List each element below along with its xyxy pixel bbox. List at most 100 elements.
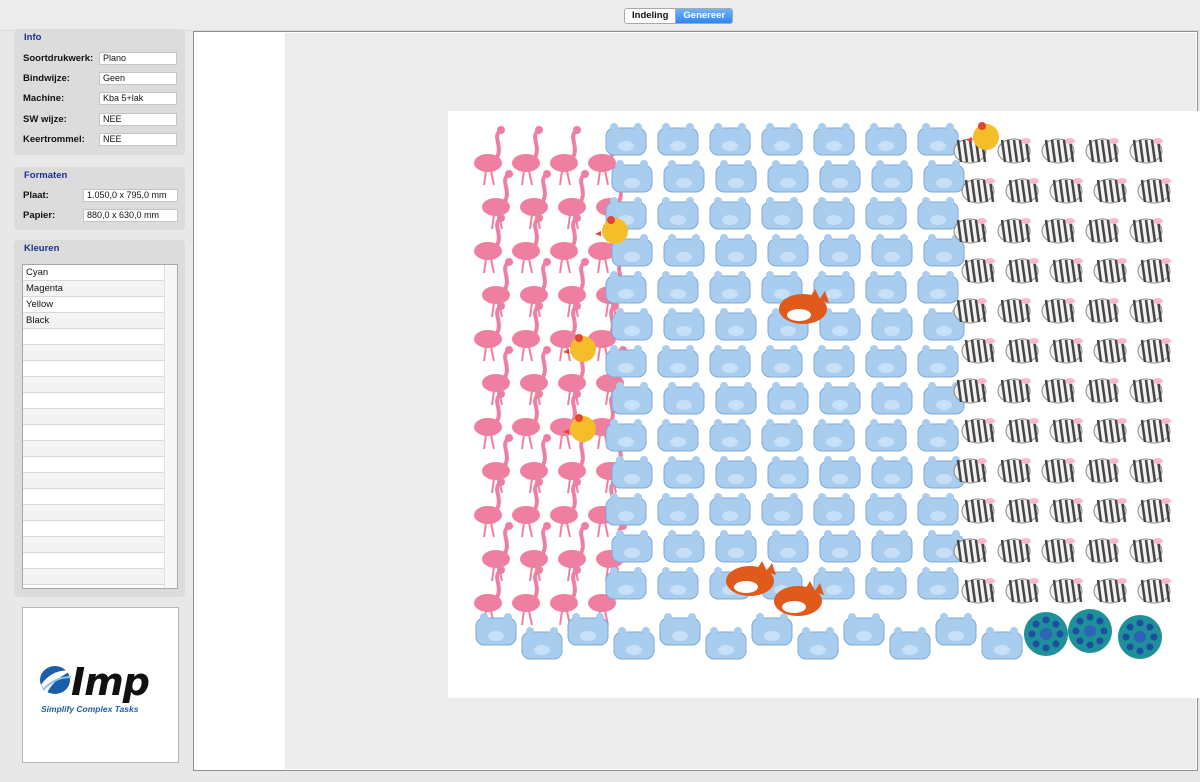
hippo-icon (657, 419, 699, 452)
zebra-icon (1129, 138, 1163, 164)
color-empty-row[interactable] (23, 457, 165, 473)
hippo-icon (657, 197, 699, 230)
color-empty-row[interactable] (23, 329, 165, 345)
hippo-icon (819, 456, 861, 489)
zebra-icon (1005, 498, 1039, 524)
color-empty-row[interactable] (23, 409, 165, 425)
zebra-icon (1049, 258, 1083, 284)
color-empty-row[interactable] (23, 345, 165, 361)
color-empty-row[interactable] (23, 537, 165, 553)
bindwijze-value[interactable]: Geen (99, 72, 177, 85)
color-empty-row[interactable] (23, 505, 165, 521)
color-empty-row[interactable] (23, 393, 165, 409)
hippo-icon (709, 493, 751, 526)
hippo-icon (865, 419, 907, 452)
color-empty-row[interactable] (23, 553, 165, 569)
zebra-icon (953, 538, 987, 564)
papier-value[interactable]: 880,0 x 630,0 mm (83, 209, 178, 222)
hippo-icon (605, 493, 647, 526)
zebra-icon (1005, 578, 1039, 604)
sheet-artwork (474, 122, 1171, 660)
sw-wijze-value[interactable]: NEE (99, 113, 177, 126)
logo-wordmark: Imp (71, 660, 150, 704)
plate-area (285, 33, 1200, 769)
field-label: Papier: (23, 210, 56, 221)
hippo-icon (715, 382, 757, 415)
hippo-icon (767, 382, 809, 415)
zebra-icon (1093, 418, 1127, 444)
zebra-icon (961, 258, 995, 284)
color-empty-row[interactable] (23, 441, 165, 457)
color-empty-row[interactable] (23, 473, 165, 489)
plaat-value[interactable]: 1.050,0 x 795,0 mm (83, 189, 178, 202)
color-empty-row[interactable] (23, 377, 165, 393)
hippo-icon (923, 160, 965, 193)
hippo-icon (871, 530, 913, 563)
hippo-icon (657, 493, 699, 526)
color-item-yellow[interactable]: Yellow (23, 297, 165, 313)
logo-panel: Imp Simplify Complex Tasks (22, 607, 179, 763)
zebra-icon (1137, 258, 1171, 284)
colors-list[interactable]: Cyan Magenta Yellow Black (22, 264, 178, 589)
hippo-icon (605, 271, 647, 304)
peacock-icon (1024, 612, 1068, 656)
hippo-icon (709, 197, 751, 230)
hippo-icon (663, 308, 705, 341)
zebra-icon (953, 378, 987, 404)
color-item-magenta[interactable]: Magenta (23, 281, 165, 297)
zebra-icon (997, 458, 1031, 484)
hippo-icon (819, 382, 861, 415)
zebra-icon (953, 298, 987, 324)
zebra-icon (1041, 138, 1075, 164)
zebra-icon (953, 218, 987, 244)
zebra-icon (1129, 298, 1163, 324)
keertrommel-value[interactable]: NEE (99, 133, 177, 146)
color-empty-row[interactable] (23, 489, 165, 505)
zebra-icon (997, 538, 1031, 564)
color-empty-row[interactable] (23, 361, 165, 377)
machine-value[interactable]: Kba 5+lak (99, 92, 177, 105)
soortdrukwerk-value[interactable]: Plano (99, 52, 177, 65)
zebra-icon (1049, 578, 1083, 604)
hippo-icon (709, 123, 751, 156)
hippo-icon (761, 123, 803, 156)
hippo-icon (705, 627, 747, 660)
hippo-icon (813, 271, 855, 304)
color-item-black[interactable]: Black (23, 313, 165, 329)
formats-panel: Formaten Plaat: 1.050,0 x 795,0 mm Papie… (14, 167, 185, 230)
hippo-icon (865, 271, 907, 304)
hippo-icon (659, 613, 701, 646)
tab-indeling[interactable]: Indeling (625, 9, 675, 23)
paper-sheet (448, 111, 1200, 698)
zebra-icon (1129, 538, 1163, 564)
hippo-icon (657, 123, 699, 156)
zebra-icon (953, 458, 987, 484)
flamingo-icon (550, 126, 581, 186)
color-empty-row[interactable] (23, 425, 165, 441)
hippo-icon (935, 613, 977, 646)
list-scrollbar[interactable] (164, 265, 177, 588)
hippo-icon (865, 567, 907, 600)
tab-genereer[interactable]: Genereer (675, 9, 733, 23)
zebra-icon (1137, 178, 1171, 204)
zebra-icon (1085, 378, 1119, 404)
field-keertrommel: Keertrommel: NEE (23, 133, 179, 147)
zebra-icon (1005, 258, 1039, 284)
color-item-cyan[interactable]: Cyan (23, 265, 165, 281)
flamingo-icon (474, 126, 505, 186)
hippo-icon (475, 613, 517, 646)
hippo-icon (767, 160, 809, 193)
hippo-icon (889, 627, 931, 660)
zebra-icon (1005, 178, 1039, 204)
color-empty-row[interactable] (23, 521, 165, 537)
hippo-icon (767, 456, 809, 489)
zebra-icon (961, 338, 995, 364)
hippo-icon (871, 160, 913, 193)
hippo-icon (715, 456, 757, 489)
hippo-icon (611, 456, 653, 489)
color-empty-row[interactable] (23, 569, 165, 585)
zebra-icon (997, 138, 1031, 164)
hippo-icon (709, 271, 751, 304)
hippo-icon (611, 530, 653, 563)
hippo-icon (917, 493, 959, 526)
